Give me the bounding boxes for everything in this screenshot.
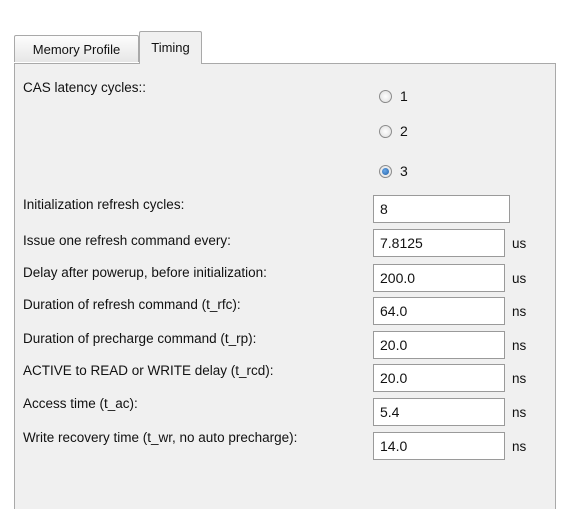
refresh-interval-unit: us bbox=[512, 236, 527, 251]
t-rfc-unit: ns bbox=[512, 304, 527, 319]
radio-label: 2 bbox=[400, 123, 408, 139]
t-ac-label: Access time (t_ac): bbox=[23, 396, 138, 411]
radio-button-selected[interactable] bbox=[379, 164, 392, 178]
t-rcd-unit: ns bbox=[512, 371, 527, 386]
cas-latency-label: CAS latency cycles:: bbox=[23, 80, 147, 95]
t-rfc-label: Duration of refresh command (t_rfc): bbox=[23, 297, 241, 312]
t-ac-unit: ns bbox=[512, 405, 527, 420]
cas-option-1[interactable]: 1 bbox=[379, 86, 408, 106]
t-rcd-label: ACTIVE to READ or WRITE delay (t_rcd): bbox=[23, 363, 274, 378]
powerup-delay-input[interactable] bbox=[373, 264, 505, 292]
refresh-interval-input[interactable] bbox=[373, 229, 505, 257]
radio-button[interactable] bbox=[379, 89, 392, 103]
radio-label: 3 bbox=[400, 163, 408, 179]
tab-memory-profile[interactable]: Memory Profile bbox=[14, 35, 139, 62]
powerup-delay-label: Delay after powerup, before initializati… bbox=[23, 265, 267, 280]
t-rfc-input[interactable] bbox=[373, 297, 505, 325]
powerup-delay-unit: us bbox=[512, 271, 527, 286]
t-wr-unit: ns bbox=[512, 439, 527, 454]
t-rcd-input[interactable] bbox=[373, 364, 505, 392]
radio-button[interactable] bbox=[379, 124, 392, 138]
t-rp-input[interactable] bbox=[373, 331, 505, 359]
t-rp-unit: ns bbox=[512, 338, 527, 353]
refresh-interval-label: Issue one refresh command every: bbox=[23, 233, 231, 248]
init-refresh-cycles-input[interactable] bbox=[373, 195, 510, 223]
t-wr-input[interactable] bbox=[373, 432, 505, 460]
t-wr-label: Write recovery time (t_wr, no auto prech… bbox=[23, 430, 298, 445]
t-ac-input[interactable] bbox=[373, 398, 505, 426]
init-refresh-cycles-label: Initialization refresh cycles: bbox=[23, 197, 185, 212]
cas-option-3[interactable]: 3 bbox=[379, 161, 408, 181]
t-rp-label: Duration of precharge command (t_rp): bbox=[23, 331, 257, 346]
tab-timing[interactable]: Timing bbox=[139, 31, 202, 64]
cas-option-2[interactable]: 2 bbox=[379, 121, 408, 141]
radio-label: 1 bbox=[400, 88, 408, 104]
